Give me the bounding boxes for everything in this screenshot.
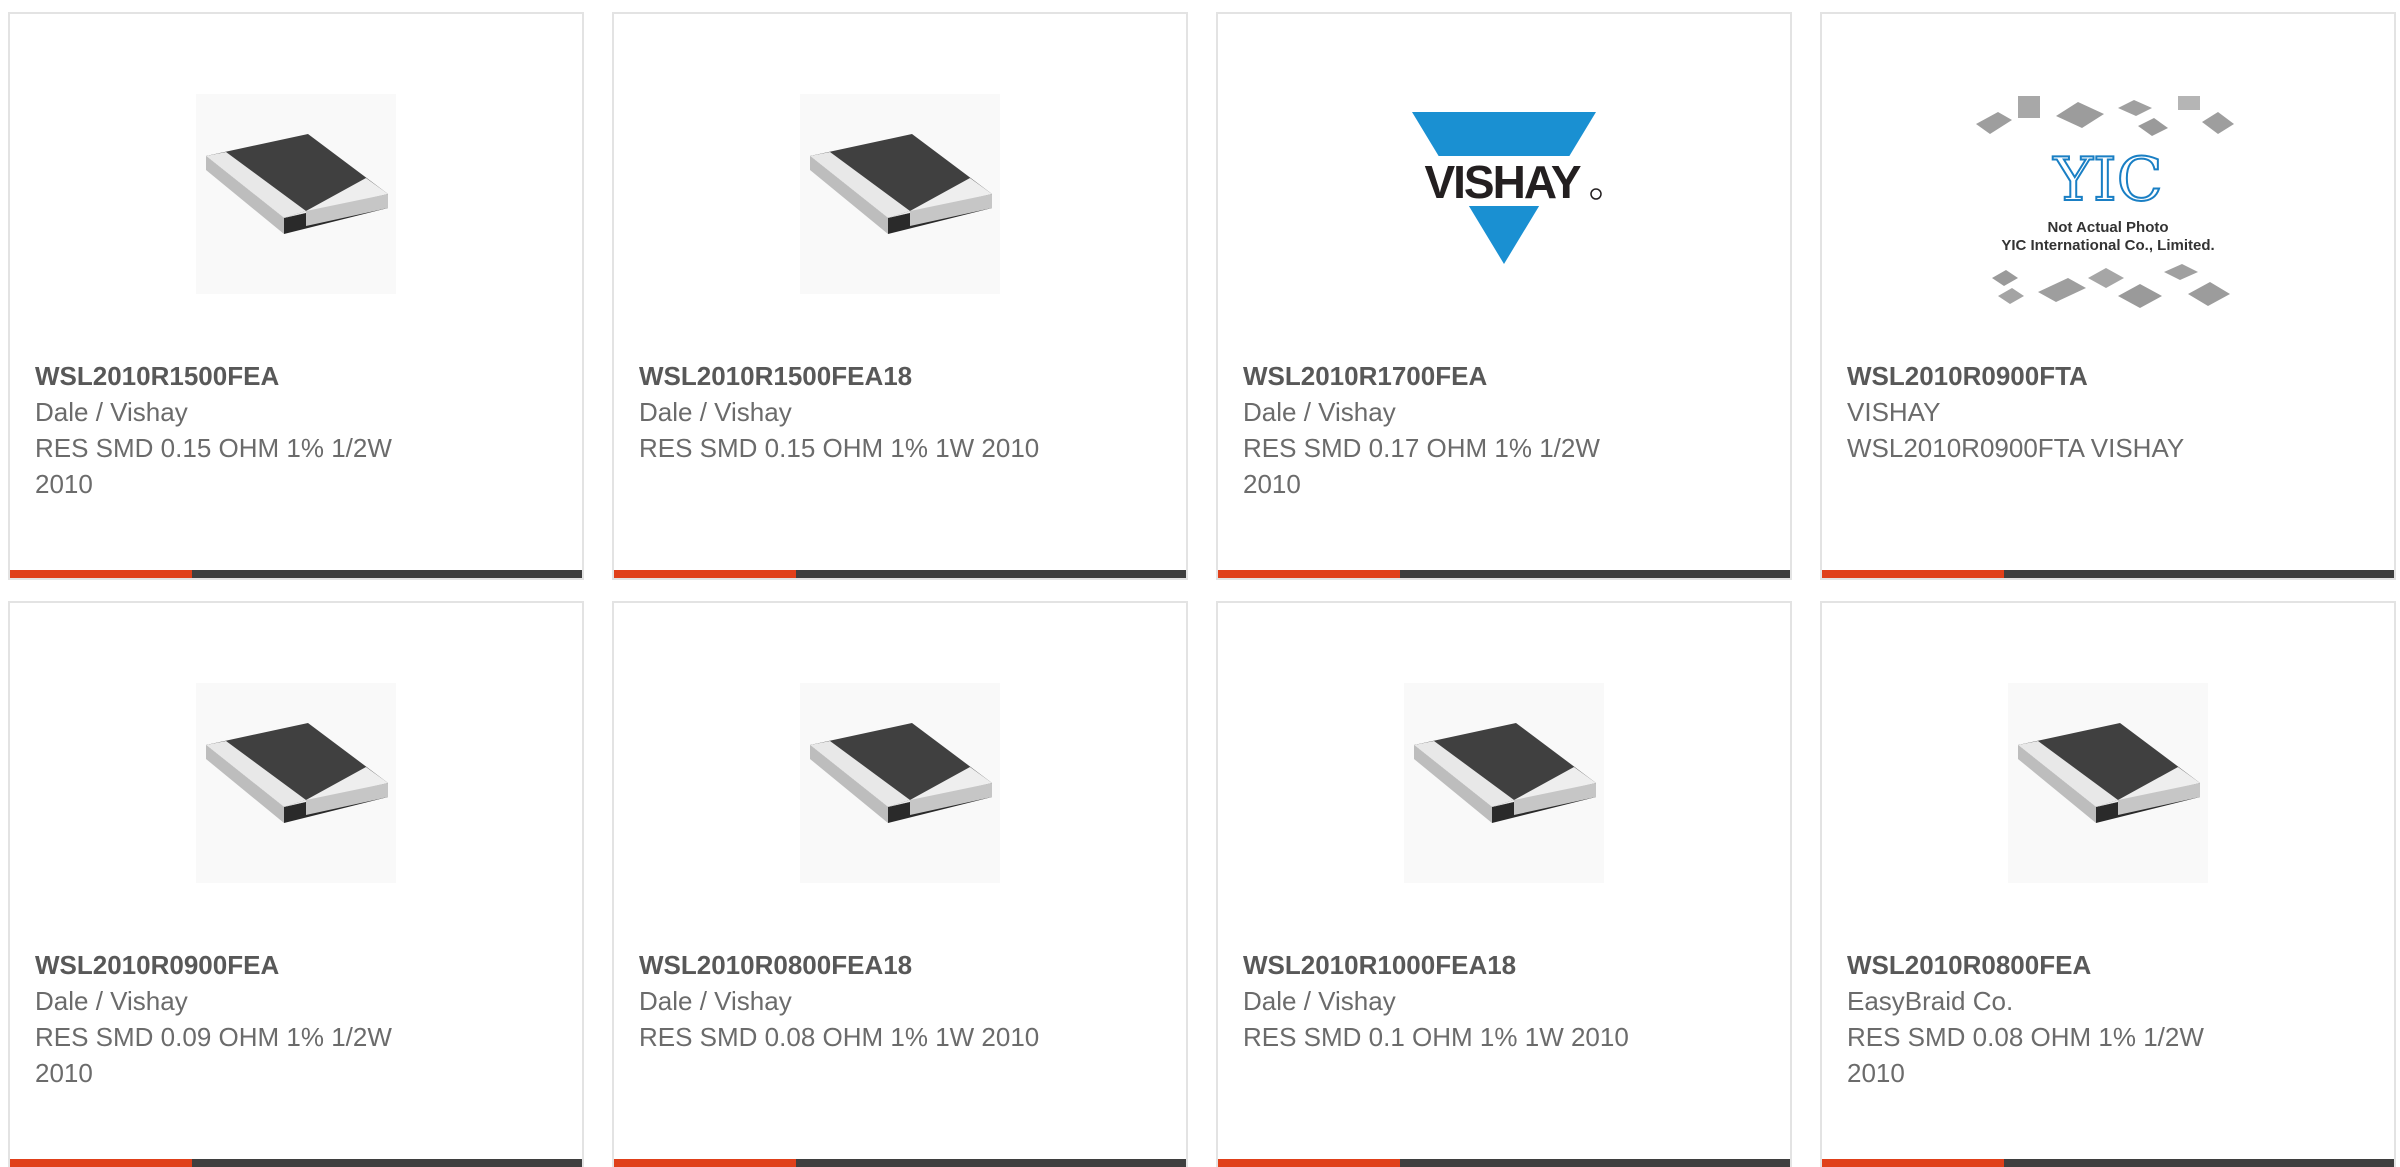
part-number[interactable]: WSL2010R1700FEA: [1243, 358, 1765, 394]
product-image: YIC Not Actual Photo YIC International C…: [1822, 96, 2394, 308]
description: WSL2010R0900FTA VISHAY: [1847, 433, 2185, 463]
product-grid: WSL2010R1500FEA Dale / Vishay RES SMD 0.…: [0, 0, 2400, 1167]
description: RES SMD 0.09 OHM 1% 1/2W 2010: [35, 1022, 392, 1088]
card-accent: [1218, 570, 1400, 578]
manufacturer: VISHAY: [1847, 397, 1941, 427]
card-bottom-bar: [10, 570, 582, 578]
product-card[interactable]: YIC Not Actual Photo YIC International C…: [1820, 12, 2396, 580]
description: RES SMD 0.08 OHM 1% 1W 2010: [639, 1022, 1040, 1052]
card-bottom-bar: [1822, 1159, 2394, 1167]
card-bottom-bar: [1822, 570, 2394, 578]
product-card[interactable]: VISHAY WSL2010R1700FEA Dale / Vishay RES…: [1216, 12, 1792, 580]
card-accent: [614, 570, 796, 578]
card-bottom-bar: [1218, 570, 1790, 578]
part-number[interactable]: WSL2010R1500FEA18: [639, 358, 1161, 394]
product-image: [1218, 683, 1790, 883]
manufacturer: Dale / Vishay: [35, 397, 188, 427]
description: RES SMD 0.15 OHM 1% 1/2W 2010: [35, 433, 392, 499]
manufacturer: EasyBraid Co.: [1847, 986, 2014, 1016]
smd-resistor-icon: [800, 683, 1000, 883]
smd-resistor-icon: [2008, 683, 2208, 883]
card-bottom-bar: [10, 1159, 582, 1167]
smd-resistor-icon: [196, 94, 396, 294]
yic-logo-text: YIC: [2052, 145, 2162, 215]
card-bottom-bar: [614, 1159, 1186, 1167]
part-number[interactable]: WSL2010R1500FEA: [35, 358, 557, 394]
card-accent: [614, 1159, 796, 1167]
manufacturer: Dale / Vishay: [35, 986, 188, 1016]
part-number[interactable]: WSL2010R0900FEA: [35, 947, 557, 983]
part-number[interactable]: WSL2010R0900FTA: [1847, 358, 2369, 394]
card-bottom-bar: [614, 570, 1186, 578]
manufacturer: Dale / Vishay: [639, 986, 792, 1016]
card-accent: [10, 570, 192, 578]
yic-caption-line2: YIC International Co., Limited.: [2001, 237, 2214, 254]
product-card[interactable]: WSL2010R1500FEA Dale / Vishay RES SMD 0.…: [8, 12, 584, 580]
description: RES SMD 0.15 OHM 1% 1W 2010: [639, 433, 1040, 463]
product-card[interactable]: WSL2010R1000FEA18 Dale / Vishay RES SMD …: [1216, 601, 1792, 1167]
card-accent: [1218, 1159, 1400, 1167]
product-card[interactable]: WSL2010R0800FEA EasyBraid Co. RES SMD 0.…: [1820, 601, 2396, 1167]
yic-placeholder-icon: YIC Not Actual Photo YIC International C…: [1976, 96, 2234, 308]
product-image: [1822, 683, 2394, 883]
card-bottom-bar: [1218, 1159, 1790, 1167]
product-card[interactable]: WSL2010R0800FEA18 Dale / Vishay RES SMD …: [612, 601, 1188, 1167]
description: RES SMD 0.1 OHM 1% 1W 2010: [1243, 1022, 1629, 1052]
product-image: [614, 94, 1186, 294]
card-accent: [1822, 1159, 2004, 1167]
part-number[interactable]: WSL2010R0800FEA18: [639, 947, 1161, 983]
product-card[interactable]: WSL2010R1500FEA18 Dale / Vishay RES SMD …: [612, 12, 1188, 580]
product-image: [614, 683, 1186, 883]
card-accent: [1822, 570, 2004, 578]
part-number[interactable]: WSL2010R1000FEA18: [1243, 947, 1765, 983]
product-image: [10, 94, 582, 294]
manufacturer: Dale / Vishay: [639, 397, 792, 427]
card-accent: [10, 1159, 192, 1167]
smd-resistor-icon: [196, 683, 396, 883]
smd-resistor-icon: [1404, 683, 1604, 883]
product-card[interactable]: WSL2010R0900FEA Dale / Vishay RES SMD 0.…: [8, 601, 584, 1167]
yic-caption-line1: Not Actual Photo: [2047, 219, 2168, 236]
part-number[interactable]: WSL2010R0800FEA: [1847, 947, 2369, 983]
vishay-logo-text: VISHAY: [1424, 156, 1580, 208]
description: RES SMD 0.08 OHM 1% 1/2W 2010: [1847, 1022, 2204, 1088]
vishay-logo: VISHAY: [1404, 112, 1604, 264]
smd-resistor-icon: [800, 94, 1000, 294]
product-image: VISHAY: [1218, 94, 1790, 294]
manufacturer: Dale / Vishay: [1243, 397, 1396, 427]
description: RES SMD 0.17 OHM 1% 1/2W 2010: [1243, 433, 1600, 499]
product-image: [10, 683, 582, 883]
manufacturer: Dale / Vishay: [1243, 986, 1396, 1016]
